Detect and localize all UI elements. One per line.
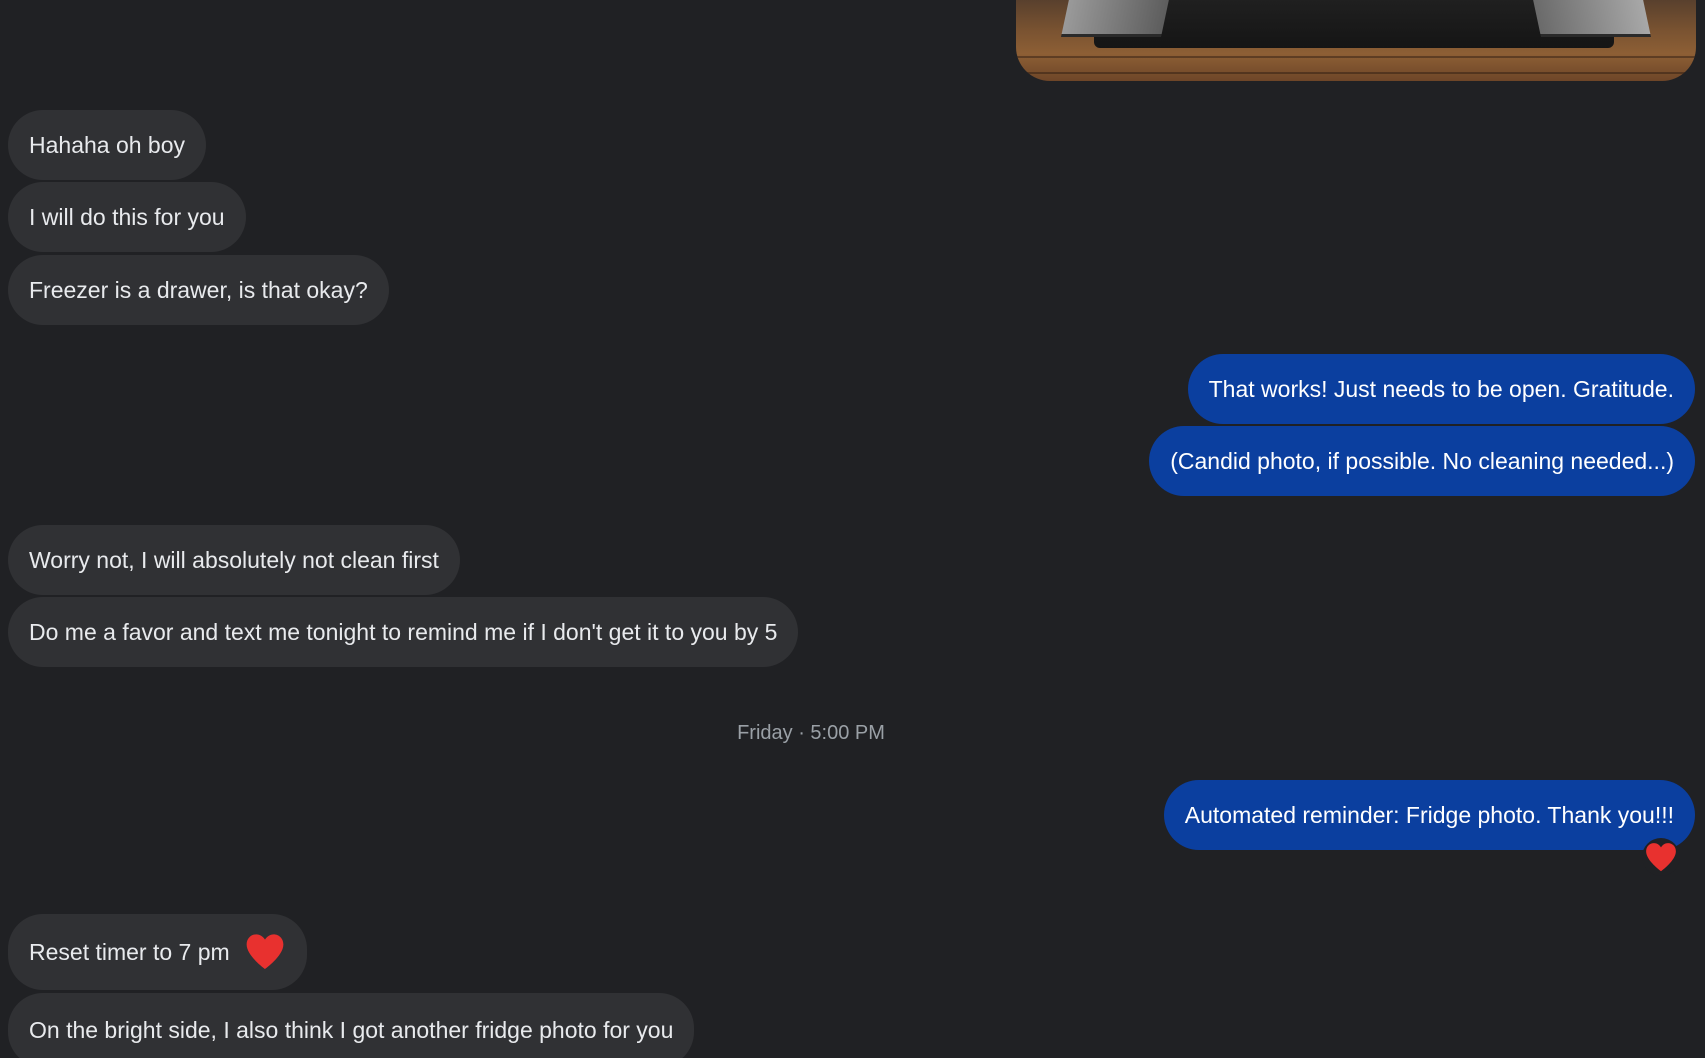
reaction-badge[interactable]	[1642, 838, 1680, 876]
incoming-message-bubble[interactable]: Hahaha oh boy	[8, 110, 207, 180]
message-text: I will do this for you	[29, 204, 225, 230]
outgoing-message-bubble[interactable]: (Candid photo, if possible. No cleaning …	[1149, 426, 1695, 496]
shared-fridge-photo[interactable]	[1016, 0, 1696, 81]
message-text: Automated reminder: Fridge photo. Thank …	[1184, 802, 1674, 828]
message-text: Worry not, I will absolutely not clean f…	[29, 547, 439, 573]
message-text: (Candid photo, if possible. No cleaning …	[1170, 448, 1674, 474]
message-text: Hahaha oh boy	[29, 132, 186, 158]
fridge-door-right	[1531, 0, 1651, 37]
incoming-message-bubble[interactable]: On the bright side, I also think I got a…	[8, 993, 695, 1058]
outgoing-message-bubble[interactable]: That works! Just needs to be open. Grati…	[1187, 354, 1695, 424]
fridge-door-left	[1061, 0, 1171, 37]
heart-icon	[246, 934, 284, 970]
conversation-timestamp: Friday · 5:00 PM	[737, 722, 885, 744]
message-text: Do me a favor and text me tonight to rem…	[29, 619, 778, 645]
heart-icon	[1646, 843, 1676, 872]
incoming-message-bubble[interactable]: I will do this for you	[8, 182, 246, 252]
message-text: Reset timer to 7 pm	[29, 939, 230, 965]
message-text: Freezer is a drawer, is that okay?	[29, 277, 368, 303]
message-thread: Hahaha oh boy I will do this for you Fre…	[0, 0, 1705, 1058]
floor-plank-line	[1016, 56, 1696, 58]
message-text: On the bright side, I also think I got a…	[29, 1017, 674, 1043]
incoming-message-bubble[interactable]: Freezer is a drawer, is that okay?	[8, 255, 389, 325]
message-text: That works! Just needs to be open. Grati…	[1208, 376, 1674, 402]
outgoing-message-bubble[interactable]: Automated reminder: Fridge photo. Thank …	[1163, 780, 1695, 850]
incoming-message-bubble[interactable]: Do me a favor and text me tonight to rem…	[8, 597, 799, 667]
incoming-message-bubble[interactable]: Reset timer to 7 pm	[8, 914, 308, 990]
incoming-message-bubble[interactable]: Worry not, I will absolutely not clean f…	[8, 525, 460, 595]
floor-plank-line	[1016, 72, 1696, 74]
